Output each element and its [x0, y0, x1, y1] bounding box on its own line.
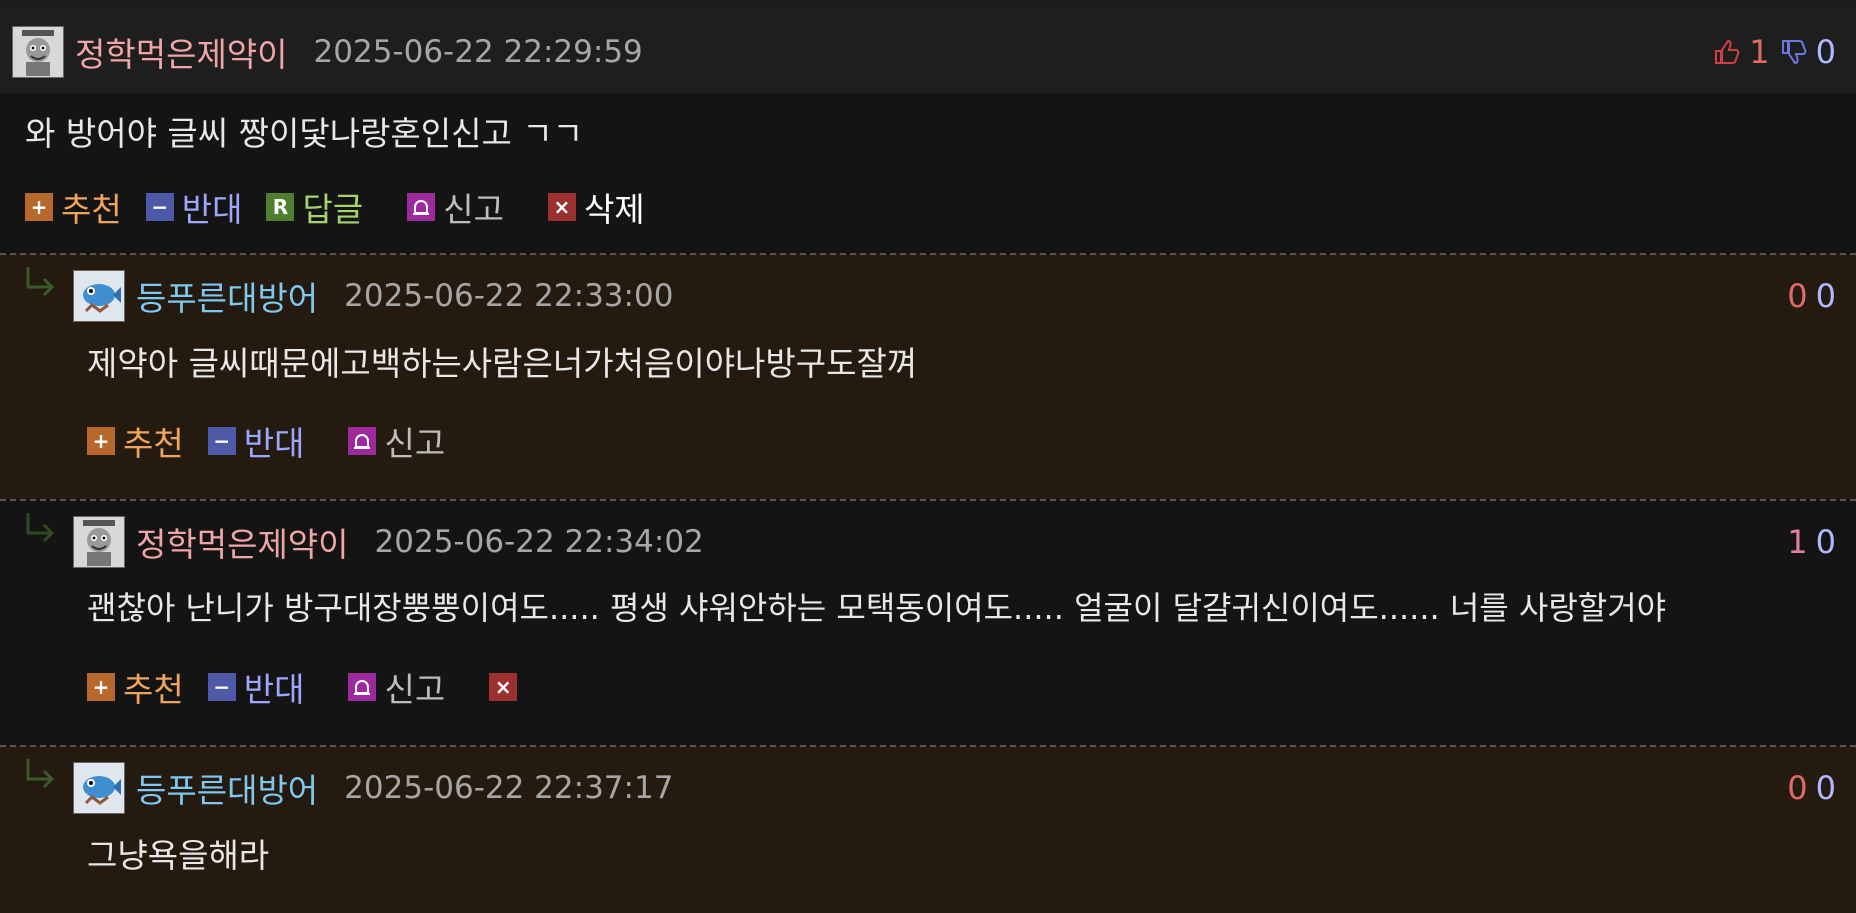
- recommend-label: 추천: [123, 670, 184, 709]
- recommend-label: 추천: [61, 190, 122, 229]
- downvote-count: 0: [1815, 769, 1836, 807]
- close-icon: ×: [547, 193, 576, 221]
- recommend-button[interactable]: + 추천: [25, 183, 122, 231]
- comment-text: 와 방어야 글씨 짱이닻나랑혼인신고 ㄱㄱ: [25, 114, 584, 153]
- report-label: 신고: [443, 190, 504, 229]
- report-label: 신고: [384, 670, 446, 709]
- comment-1: 정학먹은제약이 2025-06-22 22:29:59 1 0 와 방어야 글씨…: [0, 10, 1856, 253]
- thumbs-down-icon: [1780, 38, 1808, 66]
- recommend-button[interactable]: + 추천: [87, 663, 184, 711]
- plus-icon: +: [87, 673, 115, 701]
- mascot-avatar-icon: [22, 29, 54, 76]
- thumbs-up-icon: [1713, 38, 1741, 66]
- avatar[interactable]: [12, 25, 64, 78]
- fish-avatar-icon: [83, 284, 121, 313]
- siren-icon: [407, 193, 436, 221]
- close-icon: ×: [489, 673, 518, 701]
- siren-icon: [348, 673, 377, 701]
- avatar[interactable]: [73, 270, 125, 322]
- comment-2: 등푸른대방어 2025-06-22 22:33:00 0 0 제약아 글씨때문에…: [0, 253, 1856, 499]
- top-bar: [0, 0, 1856, 10]
- upvote-count: 1: [1749, 32, 1770, 71]
- comment-4: 등푸른대방어 2025-06-22 22:37:17 0 0 그냥욕을해라: [0, 745, 1856, 913]
- upvote-count: 0: [1787, 277, 1808, 315]
- comment-header: 등푸른대방어 2025-06-22 22:37:17 0 0: [0, 747, 1856, 829]
- comment-actions: + 추천 − 반대 신고 ×: [0, 663, 1856, 711]
- siren-icon: [348, 427, 377, 455]
- report-label: 신고: [384, 424, 446, 463]
- oppose-label: 반대: [181, 190, 243, 229]
- downvote-count: 0: [1815, 523, 1836, 561]
- reply-button[interactable]: R 답글: [266, 183, 363, 231]
- comment-text: 제약아 글씨때문에고백하는사람은너가처음이야나방구도잘껴: [87, 344, 918, 383]
- vote-counts: 0 0: [1787, 747, 1836, 829]
- recommend-button[interactable]: + 추천: [87, 417, 184, 465]
- vote-counts: 0 0: [1787, 255, 1836, 337]
- timestamp: 2025-06-22 22:33:00: [344, 278, 674, 314]
- oppose-button[interactable]: − 반대: [207, 663, 305, 711]
- report-button[interactable]: 신고: [348, 663, 445, 711]
- downvote-count: 0: [1815, 32, 1836, 71]
- nickname[interactable]: 정학먹은제약이: [75, 28, 288, 76]
- minus-icon: −: [207, 427, 236, 455]
- oppose-button[interactable]: − 반대: [207, 417, 305, 465]
- fish-avatar-icon: [83, 776, 121, 805]
- oppose-button[interactable]: − 반대: [145, 183, 243, 231]
- minus-icon: −: [145, 193, 174, 221]
- report-button[interactable]: 신고: [348, 417, 445, 465]
- recommend-label: 추천: [123, 424, 184, 463]
- vote-counts: 1 0: [1787, 501, 1836, 583]
- reply-icon: R: [266, 193, 295, 221]
- downvote-count: 0: [1815, 277, 1836, 315]
- upvote-count: 0: [1787, 769, 1808, 807]
- nickname[interactable]: 정학먹은제약이: [136, 518, 349, 566]
- upvote-count: 1: [1787, 523, 1808, 561]
- avatar[interactable]: [73, 516, 125, 568]
- comment-header: 등푸른대방어 2025-06-22 22:33:00 0 0: [0, 255, 1856, 337]
- report-button[interactable]: 신고: [407, 183, 504, 231]
- delete-button[interactable]: × 삭제: [547, 183, 645, 231]
- mascot-avatar-icon: [83, 520, 115, 566]
- nickname[interactable]: 등푸른대방어: [136, 764, 318, 812]
- reply-label: 답글: [302, 190, 364, 229]
- minus-icon: −: [207, 673, 236, 701]
- timestamp: 2025-06-22 22:37:17: [344, 770, 674, 806]
- nickname[interactable]: 등푸른대방어: [136, 272, 318, 320]
- delete-button[interactable]: ×: [489, 673, 525, 701]
- comment-header: 정학먹은제약이 2025-06-22 22:34:02 1 0: [0, 501, 1856, 583]
- comment-text: 괜찮아 난니가 방구대장뿡뿡이여도..... 평생 샤워안하는 모택동이여도..…: [87, 589, 1667, 627]
- comment-text: 그냥욕을해라: [87, 836, 270, 875]
- timestamp: 2025-06-22 22:29:59: [313, 33, 643, 70]
- oppose-label: 반대: [243, 670, 305, 709]
- oppose-label: 반대: [243, 424, 305, 463]
- vote-counts: 1 0: [1713, 10, 1836, 93]
- delete-label: 삭제: [583, 190, 645, 229]
- avatar[interactable]: [73, 762, 125, 814]
- comment-header: 정학먹은제약이 2025-06-22 22:29:59 1 0: [0, 10, 1856, 93]
- comment-actions: + 추천 − 반대 R 답글 신고 × 삭제: [0, 183, 1856, 231]
- plus-icon: +: [87, 427, 115, 455]
- comment-actions: + 추천 − 반대 신고: [0, 417, 1856, 465]
- plus-icon: +: [25, 193, 53, 221]
- comment-3: 정학먹은제약이 2025-06-22 22:34:02 1 0 괜찮아 난니가 …: [0, 499, 1856, 745]
- timestamp: 2025-06-22 22:34:02: [374, 524, 704, 560]
